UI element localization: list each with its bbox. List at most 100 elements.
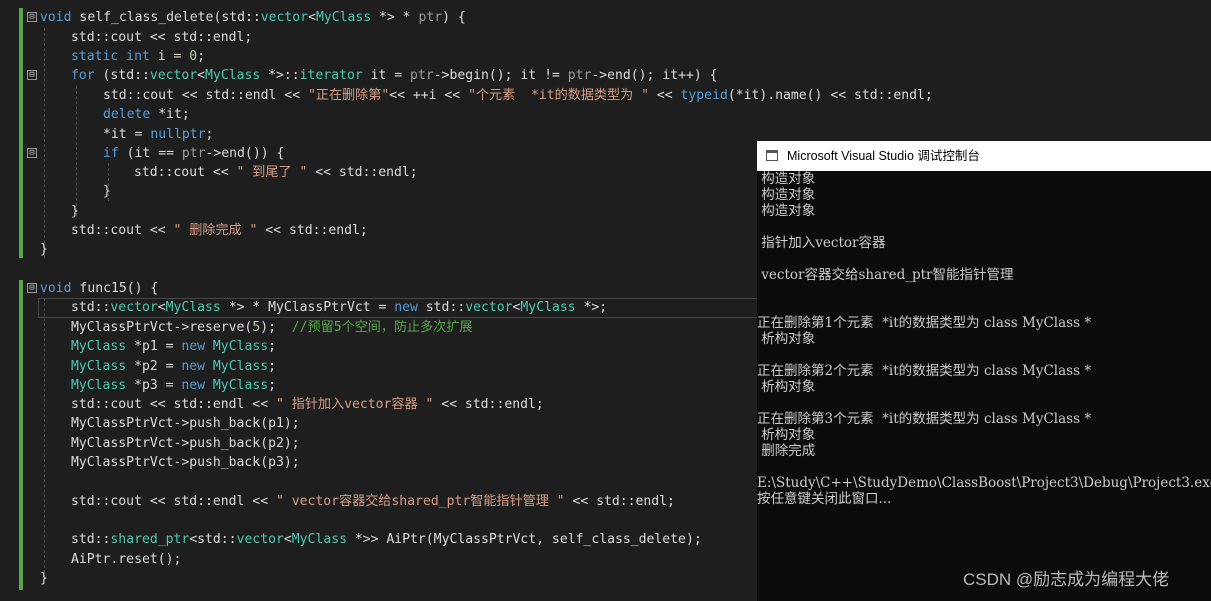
code-token: *it = [103, 127, 151, 142]
code-token: ; [268, 378, 276, 393]
code-token: new [181, 378, 206, 393]
code-token: MyClass [315, 10, 372, 25]
code-token: func15() { [71, 281, 159, 296]
debug-console-window[interactable]: Microsoft Visual Studio 调试控制台 构造对象 构造对象 … [757, 141, 1211, 601]
code-token: MyClass [71, 339, 127, 354]
code-line[interactable]: std::cout << std::endl; [0, 28, 1211, 47]
code-token: *> * MyClassPtrVct = [220, 300, 395, 315]
code-text: void func15() { [40, 279, 158, 298]
code-token: MyClassPtrVct->reserve( [71, 320, 253, 335]
code-text: MyClass *p2 = new MyClass; [71, 357, 276, 376]
code-token: ; [205, 127, 214, 142]
console-line: 析构对象 [757, 427, 816, 443]
fold-toggle-icon[interactable]: ⊟ [27, 283, 37, 293]
code-text: std::cout << " 删除完成 " << std::endl; [71, 221, 368, 240]
code-token: ; [268, 339, 276, 354]
code-token: std::cout << [134, 165, 237, 180]
code-token: ptr [410, 68, 434, 83]
code-token: vector [149, 68, 198, 83]
console-titlebar[interactable]: Microsoft Visual Studio 调试控制台 [757, 141, 1211, 171]
code-token: < [197, 68, 206, 83]
code-token: ->end(); it++) { [591, 68, 718, 83]
code-text: std::cout << std::endl << "正在删除第"<< ++i … [103, 86, 933, 105]
code-token: std::cout << std::endl << [71, 494, 276, 509]
code-token: MyClassPtrVct->push_back(p1); [71, 416, 300, 431]
code-text: MyClass *p1 = new MyClass; [71, 337, 276, 356]
code-line[interactable]: ⊟ for (std::vector<MyClass *>::iterator i… [0, 66, 1211, 85]
code-token: for [71, 68, 95, 83]
code-token: } [40, 571, 48, 586]
code-token: typeid [680, 88, 728, 103]
code-token: "正在删除第" [307, 88, 390, 103]
console-line: 正在删除第1个元素 *it的数据类型为 class MyClass * [757, 315, 1092, 331]
code-token: *p3 = [126, 378, 182, 393]
code-token: ) { [442, 10, 466, 25]
code-token: 0 [189, 49, 198, 64]
code-text: std::cout << std::endl << " vector容器交给sh… [71, 492, 675, 511]
code-token: " vector容器交给shared_ptr智能指针管理 " [275, 494, 565, 509]
code-token: *> * [371, 10, 419, 25]
code-token: << std::endl; [564, 494, 675, 509]
code-text: for (std::vector<MyClass *>::iterator it… [71, 66, 718, 85]
code-token: MyClass [291, 532, 347, 547]
code-token: std:: [71, 532, 111, 547]
code-token: *p1 = [126, 339, 182, 354]
code-token: vector [260, 10, 309, 25]
fold-toggle-icon[interactable]: ⊟ [27, 12, 37, 22]
code-token: it = [362, 68, 411, 83]
code-text: MyClassPtrVct->push_back(p2); [71, 434, 300, 453]
code-token: MyClassPtrVct->push_back(p3); [71, 455, 300, 470]
code-token: std::cout << std::endl << [103, 88, 308, 103]
code-token: } [40, 242, 48, 257]
code-token: " 指针加入vector容器 " [275, 397, 434, 412]
code-token: new [181, 359, 206, 374]
console-line: 构造对象 [757, 203, 816, 219]
console-line: 析构对象 [757, 331, 816, 347]
code-token: } [71, 204, 79, 219]
code-text: MyClassPtrVct->reserve(5); //预留5个空间，防止多次… [71, 318, 473, 337]
console-line: 正在删除第2个元素 *it的数据类型为 class MyClass * [757, 363, 1092, 379]
code-text: } [71, 202, 79, 221]
code-token: < [157, 300, 166, 315]
fold-toggle-icon[interactable]: ⊟ [27, 70, 37, 80]
code-line[interactable]: std::cout << std::endl << "正在删除第"<< ++i … [0, 86, 1211, 105]
console-window-icon [766, 150, 778, 161]
code-token: //预留5个空间，防止多次扩展 [291, 320, 473, 335]
code-token: MyClass [212, 359, 269, 374]
code-token: ptr [418, 10, 443, 25]
code-token: (*it).name() << std::endl; [727, 88, 933, 103]
fold-toggle-icon[interactable]: ⊟ [27, 148, 37, 158]
code-text: static int i = 0; [71, 47, 205, 66]
code-token: ->end()) { [205, 146, 285, 161]
code-token: MyClass [520, 300, 576, 315]
code-token: new [394, 300, 418, 315]
code-token: static int [71, 49, 150, 64]
code-text: *it = nullptr; [103, 125, 213, 144]
code-token: AiPtr.reset(); [71, 552, 182, 567]
console-line: 删除完成 [757, 443, 816, 459]
code-token: *>> AiPtr(MyClassPtrVct, self_class_dele… [346, 532, 702, 547]
code-token: " 到尾了 " [236, 165, 308, 180]
code-token: vector [465, 300, 513, 315]
console-line: 指针加入vector容器 [757, 235, 886, 251]
code-line[interactable]: static int i = 0; [0, 47, 1211, 66]
code-token: < [283, 532, 292, 547]
code-token: delete [103, 107, 151, 122]
code-token: nullptr [150, 127, 206, 142]
code-token: << std::endl; [433, 397, 544, 412]
code-token: *it; [150, 107, 190, 122]
code-token: ptr [181, 146, 206, 161]
code-token: MyClass [212, 339, 269, 354]
code-token: std:: [417, 300, 466, 315]
code-line[interactable]: ⊟ void self_class_delete(std::vector<MyCl… [0, 8, 1211, 27]
console-line: 析构对象 [757, 379, 816, 395]
code-line[interactable]: delete *it; [0, 105, 1211, 124]
code-text: AiPtr.reset(); [71, 550, 181, 569]
code-token: std:: [71, 300, 111, 315]
code-text: MyClass *p3 = new MyClass; [71, 376, 276, 395]
code-token: < [308, 10, 316, 25]
code-token: MyClass [71, 359, 127, 374]
